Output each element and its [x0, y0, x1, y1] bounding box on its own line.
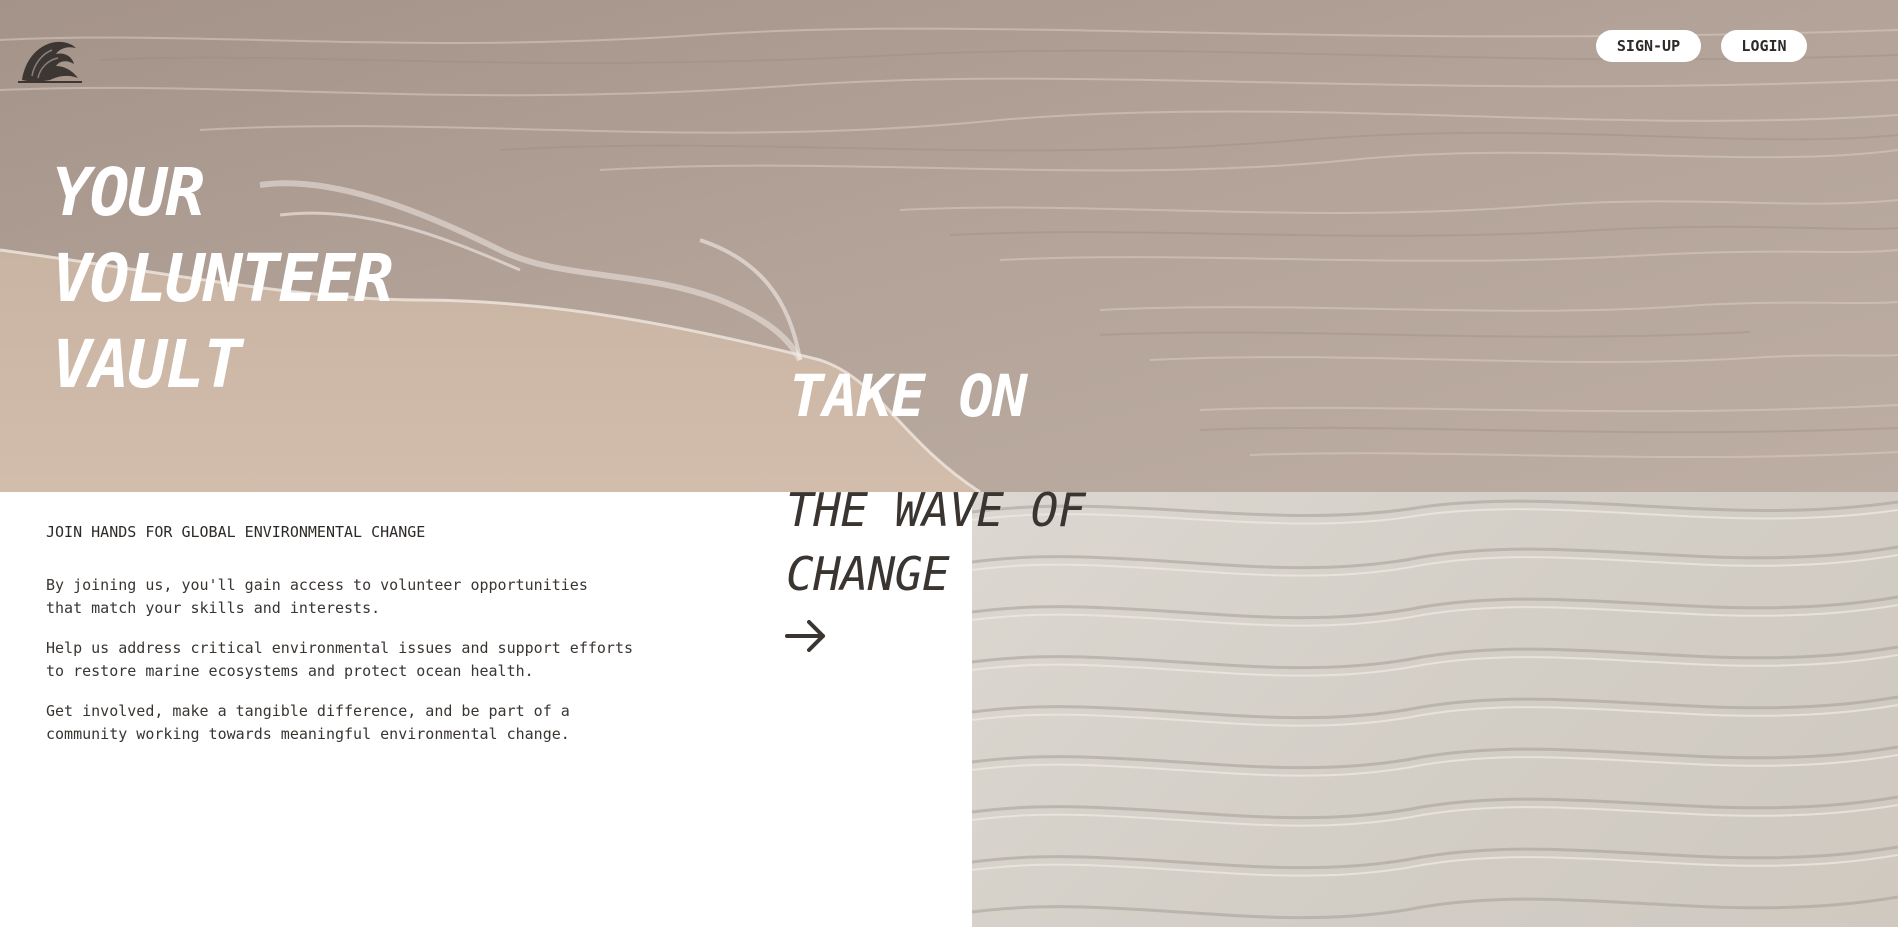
- body-paragraph: Help us address critical environmental i…: [46, 639, 633, 680]
- landing-page: SIGN-UP LOGIN YOUR VOLUNTEER VAULT TAKE …: [0, 0, 1898, 927]
- login-button[interactable]: LOGIN: [1721, 30, 1807, 62]
- hero-title-line: VAULT: [52, 326, 243, 403]
- hero-title-line: VOLUNTEER: [52, 240, 394, 317]
- body-paragraph: By joining us, you'll gain access to vol…: [46, 576, 588, 617]
- wave-logo-icon[interactable]: [18, 36, 82, 84]
- arrow-right-icon[interactable]: [785, 618, 827, 654]
- sign-up-button[interactable]: SIGN-UP: [1596, 30, 1701, 62]
- wave-of-change-heading: THE WAVE OF CHANGE: [786, 483, 1086, 601]
- hero-title: YOUR VOLUNTEER VAULT: [52, 150, 572, 408]
- body-paragraph: Get involved, make a tangible difference…: [46, 702, 570, 743]
- section-subheading: JOIN HANDS FOR GLOBAL ENVIRONMENTAL CHAN…: [46, 523, 426, 541]
- take-on-heading: TAKE ON: [789, 362, 1027, 430]
- hero-title-line: YOUR: [52, 154, 205, 231]
